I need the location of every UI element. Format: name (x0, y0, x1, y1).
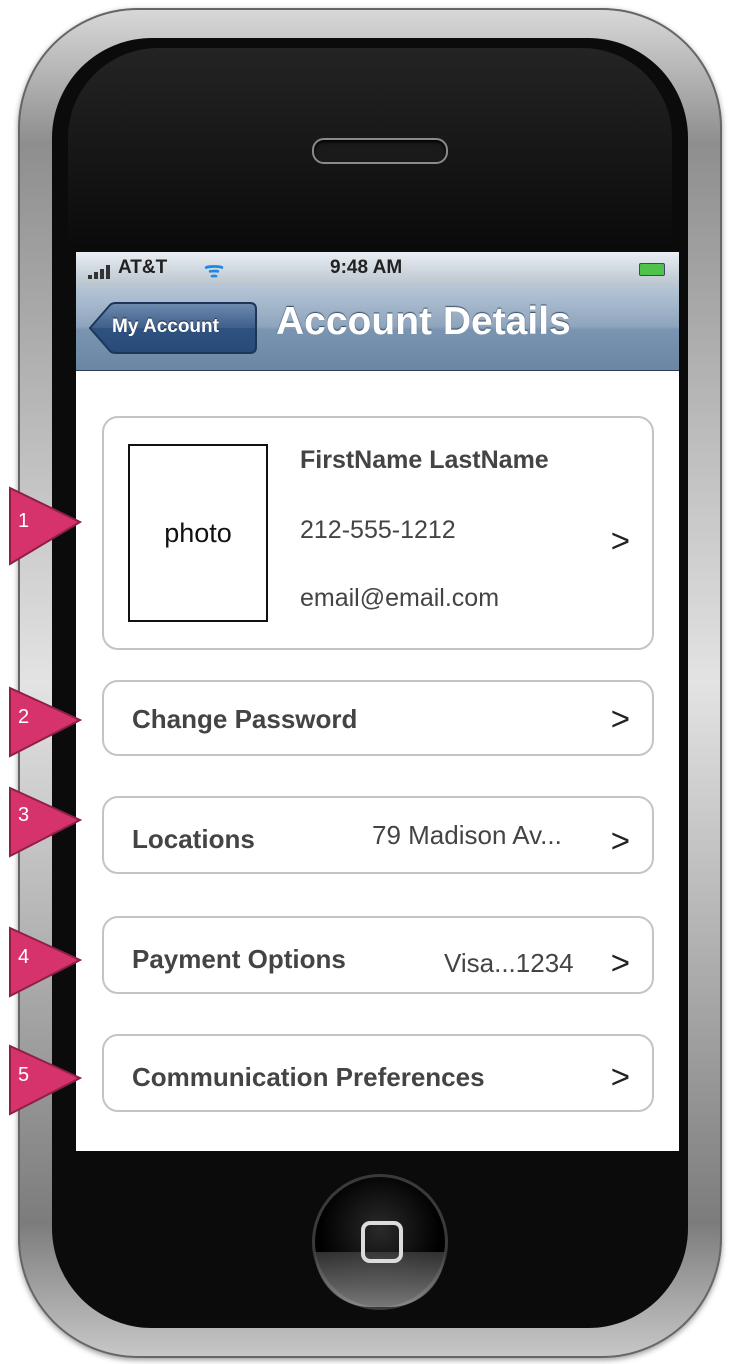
signal-bars-icon (88, 265, 118, 279)
communication-preferences-chevron-icon: > (610, 1058, 630, 1095)
phone-screen: AT&T ᯤ 9:48 AM My Account Account Detail… (76, 252, 679, 1151)
change-password-chevron-icon: > (610, 700, 630, 737)
change-password-row[interactable]: Change Password > (102, 680, 654, 756)
back-button-my-account[interactable]: My Account (88, 302, 258, 354)
photo-label: photo (164, 518, 232, 548)
profile-photo-placeholder: photo (128, 444, 268, 622)
navigation-bar: My Account Account Details (76, 286, 679, 371)
callout-number: 4 (18, 946, 30, 968)
callout-marker-4: 4 (0, 924, 82, 1000)
communication-preferences-label: Communication Preferences (132, 1062, 485, 1092)
locations-chevron-icon: > (610, 822, 630, 859)
callout-marker-5: 5 (0, 1042, 82, 1118)
payment-options-row[interactable]: Payment Options Visa...1234 > (102, 916, 654, 994)
callout-number: 1 (18, 510, 30, 532)
profile-name: FirstName LastName (300, 446, 549, 474)
carrier-label: AT&T (118, 257, 168, 278)
locations-row[interactable]: Locations 79 Madison Av... > (102, 796, 654, 874)
profile-chevron-icon: > (610, 522, 630, 559)
locations-value: 79 Madison Av... (372, 820, 562, 850)
profile-phone: 212-555-1212 (300, 516, 456, 544)
wifi-icon: ᯤ (204, 257, 225, 282)
payment-options-label: Payment Options (132, 944, 346, 974)
home-button[interactable] (312, 1174, 448, 1310)
locations-label: Locations (132, 824, 255, 854)
status-bar: AT&T ᯤ 9:48 AM (76, 252, 679, 286)
status-time: 9:48 AM (330, 257, 403, 278)
back-button-label: My Account (112, 316, 219, 337)
callout-marker-1: 1 (0, 484, 82, 568)
page-title: Account Details (276, 300, 571, 343)
home-square-icon (361, 1221, 403, 1263)
payment-options-value: Visa...1234 (444, 948, 574, 978)
profile-card[interactable]: photo FirstName LastName 212-555-1212 em… (102, 416, 654, 650)
callout-marker-3: 3 (0, 784, 82, 860)
profile-email: email@email.com (300, 584, 500, 612)
payment-options-chevron-icon: > (610, 944, 630, 981)
callout-number: 5 (18, 1064, 30, 1086)
callout-number: 3 (18, 804, 30, 826)
change-password-label: Change Password (132, 704, 358, 734)
battery-icon (639, 263, 665, 276)
callout-number: 2 (18, 706, 30, 728)
callout-marker-2: 2 (0, 684, 82, 760)
communication-preferences-row[interactable]: Communication Preferences > (102, 1034, 654, 1112)
speaker-grille (312, 138, 448, 164)
